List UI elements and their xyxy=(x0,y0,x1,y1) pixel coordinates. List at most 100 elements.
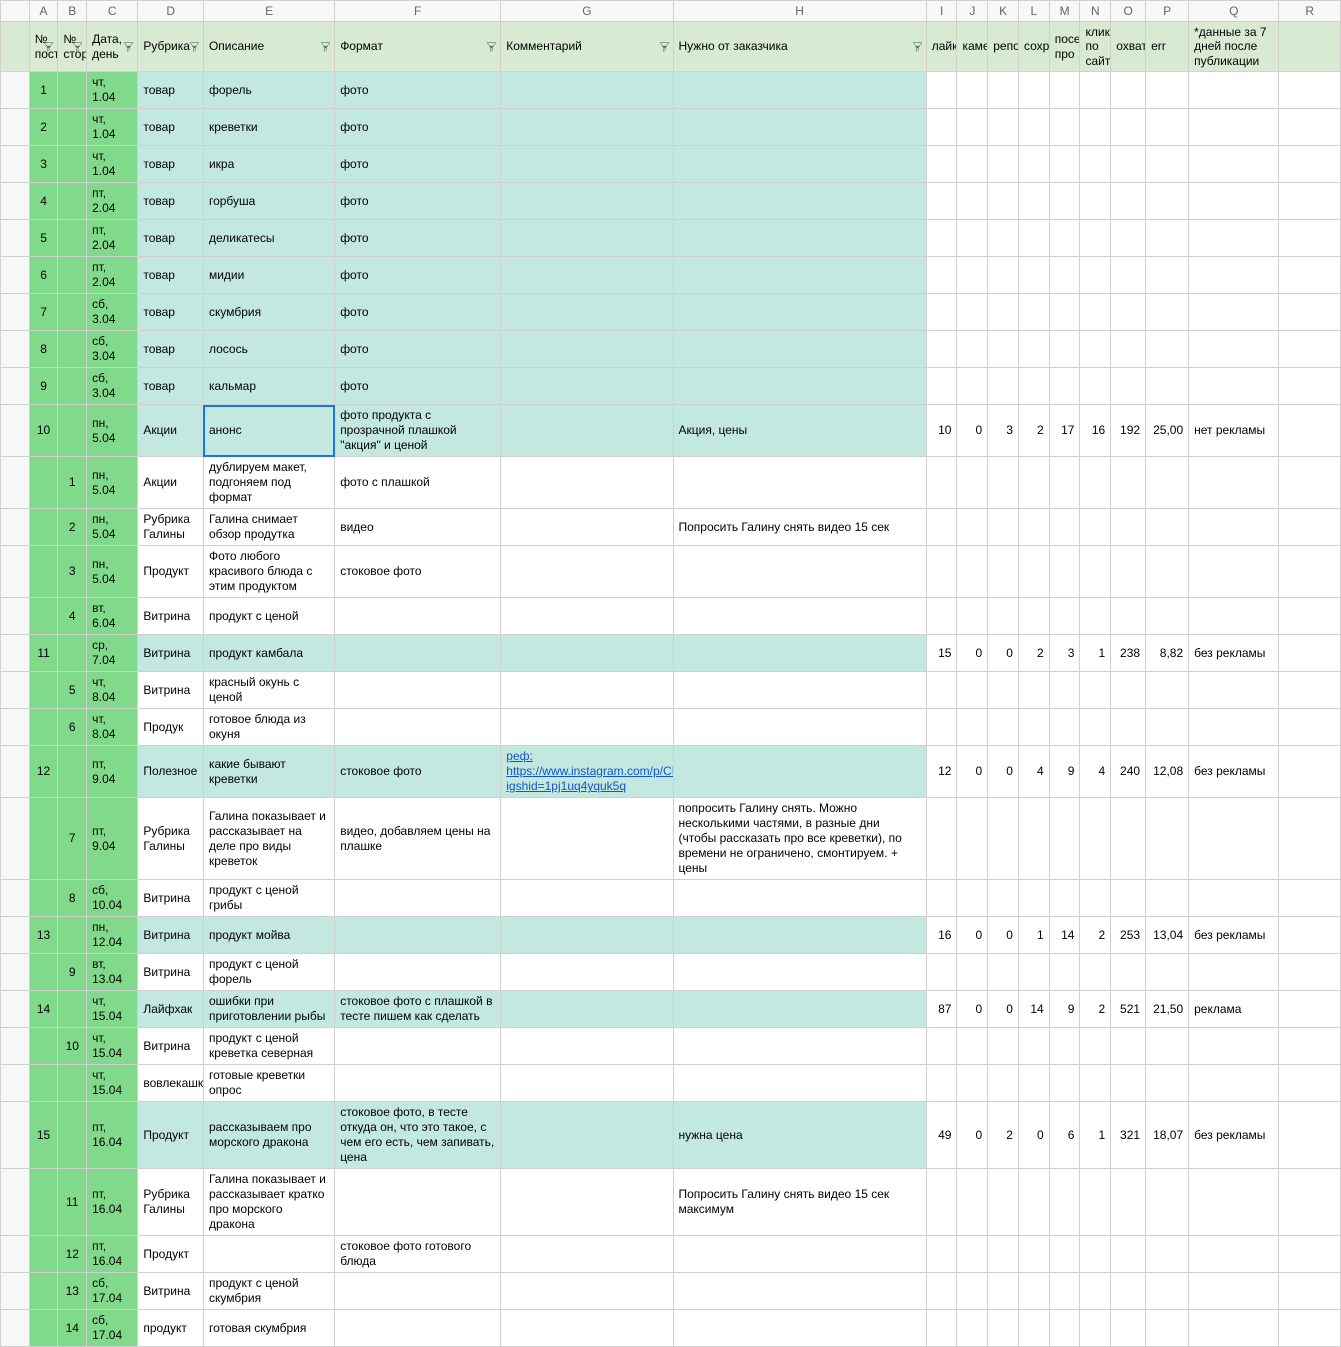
filter-icon[interactable] xyxy=(658,40,671,53)
filter-icon[interactable] xyxy=(122,40,135,53)
cell-B[interactable] xyxy=(58,146,87,183)
cell-G[interactable] xyxy=(501,294,673,331)
cell-K[interactable] xyxy=(988,1236,1019,1273)
cell-G[interactable] xyxy=(501,257,673,294)
cell-I[interactable]: 12 xyxy=(926,746,957,798)
cell-G[interactable] xyxy=(501,672,673,709)
col-header-M[interactable]: M xyxy=(1049,1,1080,22)
cell-L[interactable]: 2 xyxy=(1018,405,1049,457)
cell-F[interactable]: видео, добавляем цены на плашке xyxy=(335,798,501,880)
cell-N[interactable]: 16 xyxy=(1080,405,1111,457)
cell-H[interactable]: Попросить Галину снять видео 15 сек макс… xyxy=(673,1169,926,1236)
cell-O[interactable] xyxy=(1111,672,1146,709)
cell-F[interactable]: фото продукта с прозрачной плашкой "акци… xyxy=(335,405,501,457)
cell-H[interactable] xyxy=(673,1236,926,1273)
cell-F[interactable]: фото xyxy=(335,109,501,146)
col-header-F[interactable]: F xyxy=(335,1,501,22)
row-number[interactable] xyxy=(1,1169,30,1236)
cell-L[interactable] xyxy=(1018,1236,1049,1273)
cell-P[interactable]: 25,00 xyxy=(1146,405,1189,457)
cell-D[interactable]: товар xyxy=(138,109,204,146)
cell-A[interactable] xyxy=(29,509,58,546)
row-number[interactable] xyxy=(1,294,30,331)
cell-I[interactable] xyxy=(926,368,957,405)
row-number[interactable] xyxy=(1,746,30,798)
cell-H[interactable] xyxy=(673,880,926,917)
cell-B[interactable]: 10 xyxy=(58,1028,87,1065)
cell-G[interactable] xyxy=(501,917,673,954)
cell-O[interactable]: 240 xyxy=(1111,746,1146,798)
cell-C[interactable]: пн, 5.04 xyxy=(87,405,138,457)
cell-E[interactable]: продукт с ценой форель xyxy=(203,954,334,991)
cell-R[interactable] xyxy=(1279,1028,1341,1065)
cell-K[interactable] xyxy=(988,257,1019,294)
cell-B[interactable] xyxy=(58,917,87,954)
cell-B[interactable] xyxy=(58,1102,87,1169)
cell-N[interactable] xyxy=(1080,109,1111,146)
cell-F[interactable]: фото xyxy=(335,331,501,368)
cell-D[interactable]: Продукт xyxy=(138,546,204,598)
cell-N[interactable] xyxy=(1080,146,1111,183)
cell-I[interactable] xyxy=(926,1236,957,1273)
cell-M[interactable] xyxy=(1049,1273,1080,1310)
cell-F[interactable] xyxy=(335,598,501,635)
cell-J[interactable]: 0 xyxy=(957,746,988,798)
cell-K[interactable] xyxy=(988,72,1019,109)
cell-J[interactable] xyxy=(957,709,988,746)
cell-L[interactable] xyxy=(1018,598,1049,635)
cell-N[interactable] xyxy=(1080,331,1111,368)
row-number[interactable] xyxy=(1,331,30,368)
cell-H[interactable] xyxy=(673,672,926,709)
cell-F[interactable]: фото xyxy=(335,146,501,183)
cell-L[interactable]: 4 xyxy=(1018,746,1049,798)
row-number[interactable] xyxy=(1,1065,30,1102)
cell-K[interactable]: 0 xyxy=(988,635,1019,672)
cell-D[interactable]: вовлекашка xyxy=(138,1065,204,1102)
cell-N[interactable] xyxy=(1080,509,1111,546)
cell-B[interactable]: 8 xyxy=(58,880,87,917)
cell-I[interactable] xyxy=(926,672,957,709)
cell-D[interactable]: Полезное xyxy=(138,746,204,798)
row-number[interactable] xyxy=(1,635,30,672)
cell-E[interactable]: рассказываем про морского дракона xyxy=(203,1102,334,1169)
cell-D[interactable]: Витрина xyxy=(138,954,204,991)
cell-N[interactable] xyxy=(1080,709,1111,746)
cell-A[interactable] xyxy=(29,1169,58,1236)
cell-Q[interactable] xyxy=(1189,1065,1279,1102)
cell-H[interactable] xyxy=(673,991,926,1028)
row-number[interactable] xyxy=(1,1236,30,1273)
cell-F[interactable] xyxy=(335,1028,501,1065)
cell-A[interactable] xyxy=(29,1310,58,1347)
cell-C[interactable]: пт, 2.04 xyxy=(87,220,138,257)
col-header-J[interactable]: J xyxy=(957,1,988,22)
col-header-O[interactable]: O xyxy=(1111,1,1146,22)
header-O[interactable]: охват xyxy=(1111,22,1146,72)
cell-I[interactable] xyxy=(926,257,957,294)
cell-J[interactable]: 0 xyxy=(957,917,988,954)
cell-M[interactable]: 14 xyxy=(1049,917,1080,954)
table-row[interactable]: 14чт, 15.04Лайфхакошибки при приготовлен… xyxy=(1,991,1341,1028)
cell-N[interactable] xyxy=(1080,1310,1111,1347)
cell-E[interactable]: дублируем макет, подгоняем под формат xyxy=(203,457,334,509)
cell-M[interactable] xyxy=(1049,146,1080,183)
cell-O[interactable] xyxy=(1111,294,1146,331)
cell-E[interactable]: красный окунь с ценой xyxy=(203,672,334,709)
cell-O[interactable]: 238 xyxy=(1111,635,1146,672)
cell-G[interactable] xyxy=(501,635,673,672)
cell-C[interactable]: сб, 17.04 xyxy=(87,1310,138,1347)
cell-N[interactable] xyxy=(1080,880,1111,917)
cell-R[interactable] xyxy=(1279,1273,1341,1310)
cell-I[interactable]: 87 xyxy=(926,991,957,1028)
cell-F[interactable]: стоковое фото с плашкой в тесте пишем ка… xyxy=(335,991,501,1028)
cell-K[interactable] xyxy=(988,183,1019,220)
header-G[interactable]: Комментарий xyxy=(501,22,673,72)
cell-I[interactable] xyxy=(926,331,957,368)
cell-R[interactable] xyxy=(1279,1102,1341,1169)
filter-icon[interactable] xyxy=(71,40,84,53)
cell-I[interactable] xyxy=(926,509,957,546)
cell-N[interactable] xyxy=(1080,546,1111,598)
table-row[interactable]: 15пт, 16.04Продуктрассказываем про морск… xyxy=(1,1102,1341,1169)
cell-D[interactable]: товар xyxy=(138,368,204,405)
cell-G[interactable] xyxy=(501,546,673,598)
header-P[interactable]: err xyxy=(1146,22,1189,72)
